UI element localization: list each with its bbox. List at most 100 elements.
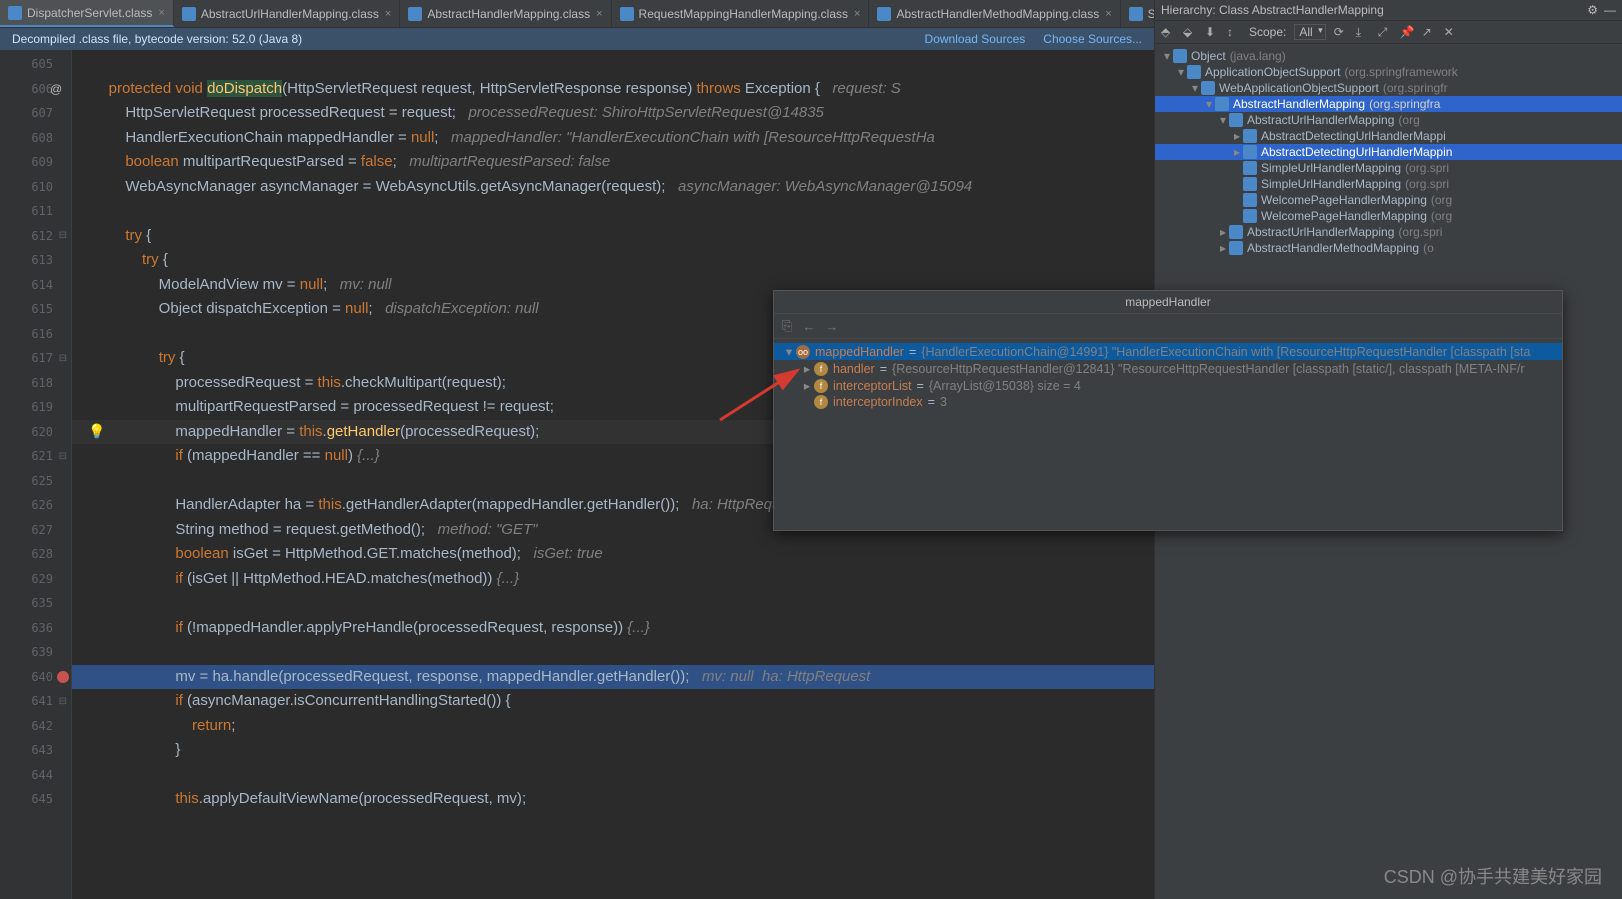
tree-arrow-icon[interactable]: ▾ — [782, 344, 796, 359]
code-line[interactable] — [72, 640, 1154, 665]
editor-tab[interactable]: DispatcherServlet.class× — [0, 0, 174, 27]
line-number[interactable]: 614 — [0, 273, 71, 298]
gear-icon[interactable]: ⚙ — [1587, 3, 1598, 17]
hierarchy-tree-item[interactable]: ▾Object(java.lang) — [1155, 48, 1622, 64]
close-icon[interactable]: × — [1105, 8, 1111, 20]
choose-sources-link[interactable]: Choose Sources... — [1043, 32, 1142, 46]
line-number[interactable]: 629 — [0, 567, 71, 592]
code-line[interactable]: } — [72, 738, 1154, 763]
hierarchy-tree-item[interactable]: SimpleUrlHandlerMapping(org.spri — [1155, 160, 1622, 176]
line-number[interactable]: 605 — [0, 52, 71, 77]
sort-icon[interactable]: ↕ — [1227, 25, 1241, 39]
debug-variables-tree[interactable]: ▾oomappedHandler={HandlerExecutionChain@… — [774, 339, 1562, 530]
supertypes-icon[interactable]: ⬙ — [1183, 25, 1197, 39]
code-line[interactable] — [72, 52, 1154, 77]
line-number[interactable]: 625 — [0, 469, 71, 494]
tree-arrow-icon[interactable]: ▸ — [800, 361, 814, 376]
hierarchy-tree-item[interactable]: ▸AbstractDetectingUrlHandlerMappin — [1155, 144, 1622, 160]
line-number[interactable]: 609 — [0, 150, 71, 175]
fold-icon[interactable]: ⊟ — [59, 451, 67, 462]
hierarchy-tree-item[interactable]: ▾AbstractHandlerMapping(org.springfra — [1155, 96, 1622, 112]
debug-variable-row[interactable]: ▸finterceptorList={ArrayList@15038} size… — [774, 377, 1562, 394]
hierarchy-tree-item[interactable]: ▸AbstractDetectingUrlHandlerMappi — [1155, 128, 1622, 144]
tree-arrow-icon[interactable]: ▸ — [1231, 145, 1243, 159]
tree-arrow-icon[interactable]: ▾ — [1217, 113, 1229, 127]
line-number[interactable]: 620💡 — [0, 420, 71, 445]
scope-dropdown[interactable]: All▾ — [1294, 24, 1325, 40]
code-line[interactable]: try { — [72, 224, 1154, 249]
close-icon[interactable]: × — [854, 8, 860, 20]
line-number[interactable]: 613 — [0, 248, 71, 273]
code-line[interactable]: try { — [72, 248, 1154, 273]
line-number[interactable]: 641⊟ — [0, 689, 71, 714]
code-line[interactable]: if (isGet || HttpMethod.HEAD.matches(met… — [72, 567, 1154, 592]
hierarchy-tree-item[interactable]: WelcomePageHandlerMapping(org — [1155, 208, 1622, 224]
line-number[interactable]: 642 — [0, 714, 71, 739]
line-number[interactable]: 611 — [0, 199, 71, 224]
expand-icon[interactable]: ⤢ — [1378, 25, 1392, 39]
hierarchy-tree-item[interactable]: SimpleUrlHandlerMapping(org.spri — [1155, 176, 1622, 192]
code-line[interactable]: this.applyDefaultViewName(processedReque… — [72, 787, 1154, 812]
fold-icon[interactable]: ⊟ — [59, 696, 67, 707]
close-icon[interactable]: × — [385, 8, 391, 20]
line-number[interactable]: 610 — [0, 175, 71, 200]
hierarchy-tree[interactable]: ▾Object(java.lang)▾ApplicationObjectSupp… — [1155, 44, 1622, 260]
line-number[interactable]: 639 — [0, 640, 71, 665]
copy-icon[interactable]: ⎘ — [782, 318, 792, 334]
fold-icon[interactable]: ⊟ — [59, 230, 67, 241]
line-number[interactable]: 619 — [0, 395, 71, 420]
line-number[interactable]: 627 — [0, 518, 71, 543]
refresh-icon[interactable]: ⟳ — [1334, 25, 1348, 39]
line-number[interactable]: 635 — [0, 591, 71, 616]
line-number[interactable]: 644 — [0, 763, 71, 788]
hierarchy-tree-item[interactable]: WelcomePageHandlerMapping(org — [1155, 192, 1622, 208]
close-icon[interactable]: ✕ — [1444, 25, 1458, 39]
download-sources-link[interactable]: Download Sources — [925, 32, 1026, 46]
code-line[interactable]: WebAsyncManager asyncManager = WebAsyncU… — [72, 175, 1154, 200]
line-number[interactable]: 617⊟ — [0, 346, 71, 371]
debug-evaluate-popup[interactable]: mappedHandler ⎘ ← → ▾oomappedHandler={Ha… — [773, 290, 1563, 531]
line-number[interactable]: 615 — [0, 297, 71, 322]
code-line[interactable] — [72, 199, 1154, 224]
code-line[interactable]: return; — [72, 714, 1154, 739]
line-number[interactable]: 618 — [0, 371, 71, 396]
hierarchy-tree-item[interactable]: ▸AbstractHandlerMethodMapping(o — [1155, 240, 1622, 256]
editor-tab[interactable]: AbstractHandlerMapping.class× — [400, 0, 611, 27]
breakpoint-icon[interactable] — [57, 671, 69, 683]
editor-tab[interactable]: RequestMappingHandlerMapping.class× — [612, 0, 870, 27]
subtypes-icon[interactable]: ⬇ — [1205, 25, 1219, 39]
lightbulb-icon[interactable]: 💡 — [88, 423, 105, 440]
line-number[interactable]: 626 — [0, 493, 71, 518]
debug-variable-row[interactable]: finterceptorIndex=3 — [774, 394, 1562, 410]
code-line[interactable]: HandlerExecutionChain mappedHandler = nu… — [72, 126, 1154, 151]
tree-arrow-icon[interactable]: ▸ — [1217, 225, 1229, 239]
back-icon[interactable]: ← — [802, 319, 815, 334]
tree-arrow-icon[interactable]: ▾ — [1175, 65, 1187, 79]
tree-arrow-icon[interactable]: ▾ — [1161, 49, 1173, 63]
code-line[interactable]: HttpServletRequest processedRequest = re… — [72, 101, 1154, 126]
line-number[interactable]: 612⊟ — [0, 224, 71, 249]
code-line[interactable]: protected void doDispatch(HttpServletReq… — [72, 77, 1154, 102]
close-icon[interactable]: × — [596, 8, 602, 20]
tree-arrow-icon[interactable]: ▸ — [1217, 241, 1229, 255]
line-number[interactable]: 608 — [0, 126, 71, 151]
line-number[interactable]: 636 — [0, 616, 71, 641]
export-icon[interactable]: ↗ — [1422, 25, 1436, 39]
minimize-icon[interactable]: — — [1604, 3, 1616, 17]
tree-arrow-icon[interactable]: ▾ — [1189, 81, 1201, 95]
line-number[interactable]: 607 — [0, 101, 71, 126]
tree-arrow-icon[interactable]: ▸ — [800, 378, 814, 393]
forward-icon[interactable]: → — [825, 319, 838, 334]
line-number[interactable]: 628 — [0, 542, 71, 567]
code-line[interactable] — [72, 763, 1154, 788]
editor-tab[interactable]: AbstractHandlerMethodMapping.class× — [869, 0, 1120, 27]
autoscroll-icon[interactable]: ⤓ — [1356, 25, 1370, 39]
line-number[interactable]: 643 — [0, 738, 71, 763]
hierarchy-tree-item[interactable]: ▸AbstractUrlHandlerMapping(org.spri — [1155, 224, 1622, 240]
hierarchy-tree-item[interactable]: ▾ApplicationObjectSupport(org.springfram… — [1155, 64, 1622, 80]
code-line[interactable]: mv = ha.handle(processedRequest, respons… — [72, 665, 1154, 690]
line-number[interactable]: 645 — [0, 787, 71, 812]
tree-arrow-icon[interactable]: ▸ — [1231, 129, 1243, 143]
code-line[interactable]: boolean multipartRequestParsed = false; … — [72, 150, 1154, 175]
debug-variable-row[interactable]: ▾oomappedHandler={HandlerExecutionChain@… — [774, 343, 1562, 360]
